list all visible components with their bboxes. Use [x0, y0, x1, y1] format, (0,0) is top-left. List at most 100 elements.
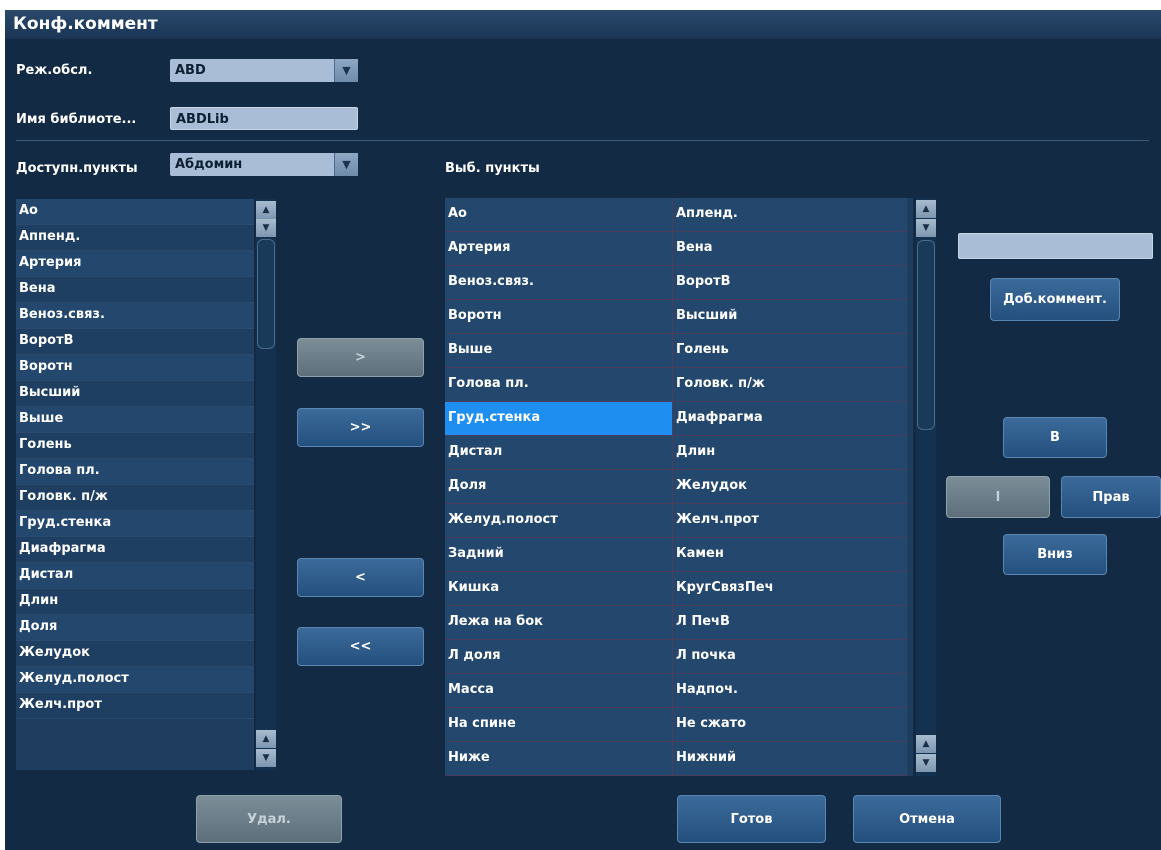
selected-row: Задний Камен [445, 538, 913, 572]
move-up-button[interactable]: В [1003, 417, 1107, 458]
available-item[interactable]: Длин [16, 589, 254, 615]
selected-row: Дистал Длин [445, 436, 913, 470]
selected-item[interactable]: Длин [673, 436, 907, 470]
selected-row: Л доля Л почка [445, 640, 913, 674]
add-comment-button[interactable]: Доб.коммент. [990, 278, 1120, 321]
selected-item[interactable]: Воротн [445, 300, 673, 334]
selected-item[interactable]: Голень [673, 334, 907, 368]
available-item[interactable]: Груд.стенка [16, 511, 254, 537]
remove-item-button[interactable]: < [297, 558, 424, 597]
available-item[interactable]: Выше [16, 407, 254, 433]
cancel-button[interactable]: Отмена [853, 795, 1001, 843]
selected-item[interactable]: Вена [673, 232, 907, 266]
selected-item[interactable]: Л ПечВ [673, 606, 907, 640]
selected-item[interactable]: Диафрагма [673, 402, 907, 436]
available-item[interactable]: Желуд.полост [16, 667, 254, 693]
selected-row: Груд.стенка Диафрагма [445, 402, 913, 436]
available-item[interactable]: Воротн [16, 355, 254, 381]
move-down-button[interactable]: Вниз [1003, 534, 1107, 575]
selected-item[interactable]: Артерия [445, 232, 673, 266]
selected-item[interactable]: Кишка [445, 572, 673, 606]
scroll-up-icon[interactable]: ▲ [916, 735, 936, 753]
selected-item[interactable]: Задний [445, 538, 673, 572]
scroll-down-icon[interactable]: ▼ [916, 754, 936, 772]
library-name-field[interactable]: ABDLib [170, 107, 358, 130]
chevron-down-icon[interactable]: ▼ [334, 59, 358, 82]
selected-item[interactable]: Нижний [673, 742, 907, 776]
selected-item[interactable]: Л доля [445, 640, 673, 674]
available-item[interactable]: Вена [16, 277, 254, 303]
available-item[interactable]: Головк. п/ж [16, 485, 254, 511]
selected-item[interactable]: Лежа на бок [445, 606, 673, 640]
selected-list-scrollbar[interactable]: ▲ ▼ ▲ ▼ [916, 198, 936, 776]
scroll-up-icon[interactable]: ▲ [916, 200, 936, 218]
scrollbar-thumb[interactable] [917, 240, 935, 430]
delete-button[interactable]: Удал. [196, 795, 342, 843]
category-select[interactable]: Абдомин ▼ [170, 153, 358, 176]
selected-item[interactable]: Груд.стенка [445, 402, 673, 436]
selected-row: Голова пл. Головк. п/ж [445, 368, 913, 402]
selected-items-list[interactable]: Ао Апленд. Артерия Вена Веноз.связ. ВоротВ Вор… [445, 198, 913, 776]
selected-item[interactable]: Апленд. [673, 198, 907, 232]
available-item[interactable]: Голень [16, 433, 254, 459]
selected-item[interactable]: Выше [445, 334, 673, 368]
available-item[interactable]: Желч.прот [16, 693, 254, 719]
window-title: Конф.коммент [5, 10, 1161, 39]
selected-item[interactable]: Ао [445, 198, 673, 232]
available-item[interactable]: Веноз.связ. [16, 303, 254, 329]
selected-row: Доля Желудок [445, 470, 913, 504]
selected-item[interactable]: Веноз.связ. [445, 266, 673, 300]
selected-item[interactable]: Надпоч. [673, 674, 907, 708]
library-name-label: Имя библиоте... [16, 112, 137, 127]
selected-item[interactable]: Л почка [673, 640, 907, 674]
available-item[interactable]: Голова пл. [16, 459, 254, 485]
move-right-button[interactable]: Прав [1061, 476, 1161, 518]
available-items-list[interactable]: Ао Аппенд. Артерия Вена Веноз.связ. ВоротВ Вор… [16, 199, 254, 770]
selected-items-label: Выб. пункты [445, 161, 540, 176]
scroll-up-icon[interactable]: ▲ [256, 730, 276, 748]
selected-row: Масса Надпоч. [445, 674, 913, 708]
scroll-down-icon[interactable]: ▼ [256, 749, 276, 767]
selected-item[interactable]: Головк. п/ж [673, 368, 907, 402]
selected-row: Ниже Нижний [445, 742, 913, 776]
selected-item[interactable]: КругСвязПеч [673, 572, 907, 606]
scroll-down-icon[interactable]: ▼ [256, 219, 276, 237]
available-item[interactable]: Высший [16, 381, 254, 407]
exam-mode-select[interactable]: ABD ▼ [170, 59, 358, 82]
selected-item[interactable]: Дистал [445, 436, 673, 470]
scroll-up-icon[interactable]: ▲ [256, 201, 276, 219]
selected-item[interactable]: Голова пл. [445, 368, 673, 402]
available-item[interactable]: Дистал [16, 563, 254, 589]
scrollbar-thumb[interactable] [257, 239, 275, 349]
available-item[interactable]: ВоротВ [16, 329, 254, 355]
add-item-button[interactable]: > [297, 338, 424, 377]
selected-item[interactable]: Желудок [673, 470, 907, 504]
selected-item[interactable]: Ниже [445, 742, 673, 776]
selected-item[interactable]: Высший [673, 300, 907, 334]
selected-item[interactable]: Желуд.полост [445, 504, 673, 538]
chevron-down-icon[interactable]: ▼ [334, 153, 358, 176]
add-all-button[interactable]: >> [297, 408, 424, 447]
selected-item[interactable]: Камен [673, 538, 907, 572]
selected-item[interactable]: Не сжато [673, 708, 907, 742]
done-button[interactable]: Готов [677, 795, 826, 843]
available-list-scrollbar[interactable]: ▲ ▼ ▲ ▼ [256, 199, 276, 770]
selected-item[interactable]: Масса [445, 674, 673, 708]
selected-item[interactable]: Доля [445, 470, 673, 504]
selected-item[interactable]: ВоротВ [673, 266, 907, 300]
available-items-label: Доступн.пункты [16, 161, 138, 176]
selected-row: Кишка КругСвязПеч [445, 572, 913, 606]
selected-item[interactable]: Желч.прот [673, 504, 907, 538]
selected-row: Воротн Высший [445, 300, 913, 334]
move-left-button[interactable]: l [946, 476, 1050, 518]
scroll-down-icon[interactable]: ▼ [916, 219, 936, 237]
available-item[interactable]: Желудок [16, 641, 254, 667]
available-item[interactable]: Доля [16, 615, 254, 641]
available-item[interactable]: Артерия [16, 251, 254, 277]
available-item[interactable]: Ао [16, 199, 254, 225]
custom-comment-input[interactable] [958, 233, 1153, 259]
remove-all-button[interactable]: << [297, 627, 424, 666]
available-item[interactable]: Аппенд. [16, 225, 254, 251]
available-item[interactable]: Диафрагма [16, 537, 254, 563]
selected-item[interactable]: На спине [445, 708, 673, 742]
